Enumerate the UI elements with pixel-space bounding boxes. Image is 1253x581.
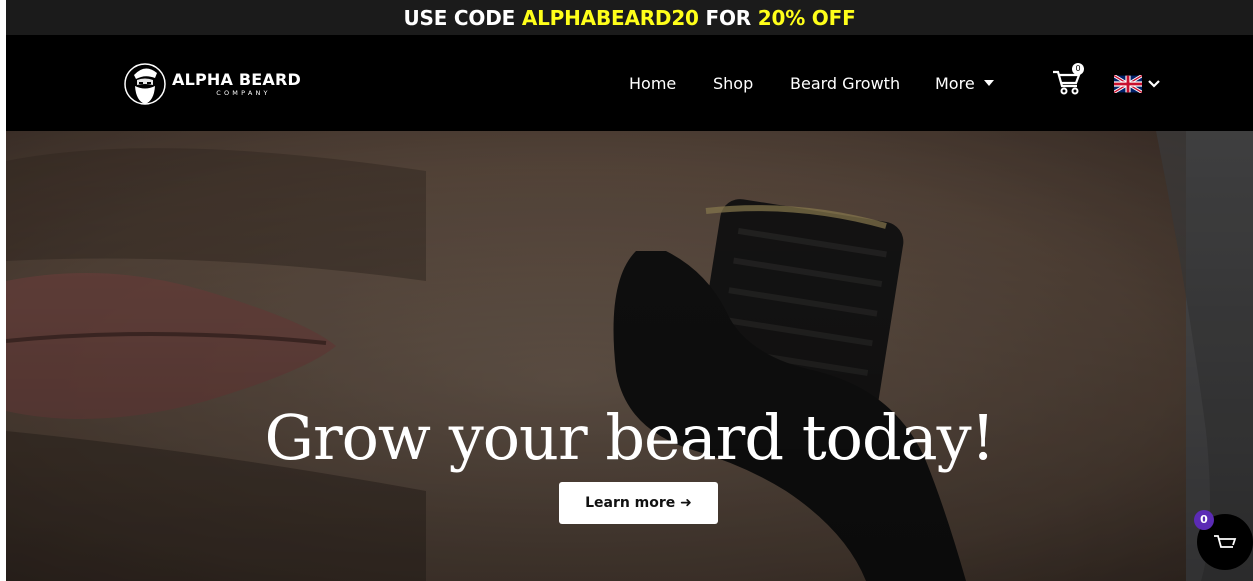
promo-middle: FOR	[698, 6, 758, 30]
nav-home[interactable]: Home	[629, 70, 676, 96]
nav-home-link[interactable]: Home	[629, 74, 676, 93]
chevron-down-icon	[1148, 80, 1160, 88]
nav-beard-growth-link[interactable]: Beard Growth	[790, 74, 900, 93]
header-cart-button[interactable]: 0	[1052, 63, 1086, 99]
cart-count-badge: 0	[1072, 63, 1084, 75]
brand-tagline: COMPANY	[216, 88, 271, 97]
brand-logo[interactable]: ALPHA BEARD COMPANY	[124, 61, 301, 107]
caret-down-icon	[983, 80, 994, 86]
hero-section: Grow your beard today! Learn more ➜	[6, 131, 1253, 581]
page: USE CODE ALPHABEARD20 FOR 20% OFF ALPHA …	[6, 0, 1253, 581]
nav-shop-link[interactable]: Shop	[713, 74, 753, 93]
brand-name: ALPHA BEARD	[172, 69, 301, 89]
site-header: ALPHA BEARD COMPANY Home Shop Beard Grow…	[6, 35, 1253, 131]
promo-bar: USE CODE ALPHABEARD20 FOR 20% OFF	[6, 0, 1253, 35]
language-selector[interactable]	[1114, 75, 1160, 93]
nav-shop[interactable]: Shop	[713, 70, 753, 96]
promo-code: ALPHABEARD20	[521, 6, 699, 30]
promo-prefix: USE CODE	[403, 6, 522, 30]
uk-flag-icon	[1114, 75, 1142, 93]
hero-headline: Grow your beard today!	[264, 401, 995, 474]
floating-cart-count-badge: 0	[1194, 510, 1214, 530]
nav-beard-growth[interactable]: Beard Growth	[790, 70, 900, 96]
nav-more-link[interactable]: More	[935, 74, 975, 93]
promo-discount: 20% OFF	[757, 6, 856, 30]
bearded-man-logo-icon	[124, 61, 166, 107]
nav-more[interactable]: More	[935, 70, 994, 96]
learn-more-button[interactable]: Learn more ➜	[559, 482, 718, 524]
